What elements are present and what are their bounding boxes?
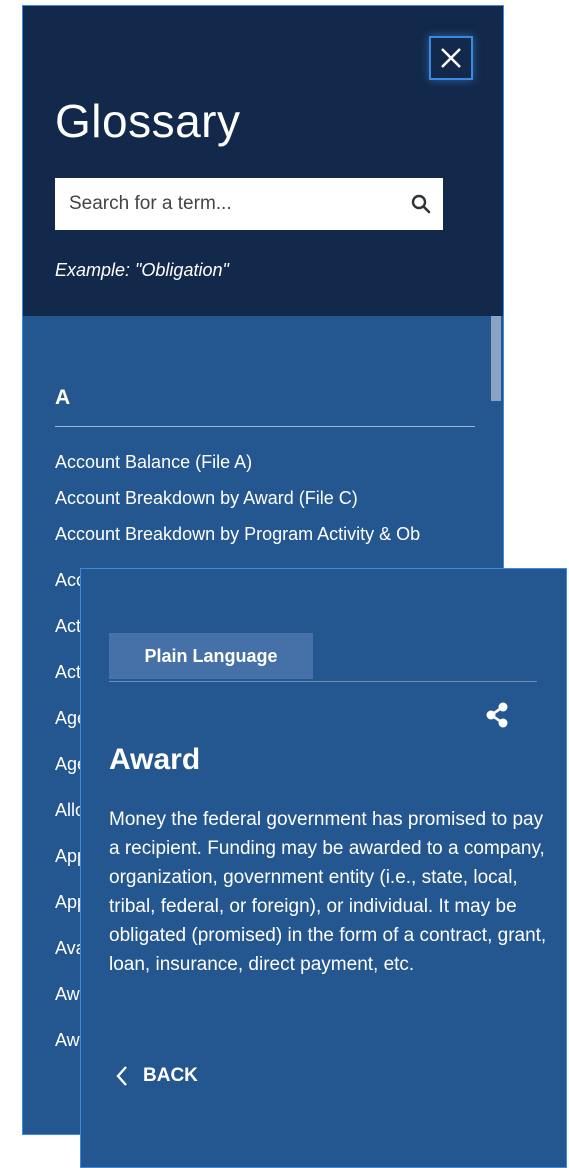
term-definition: Money the federal government has promise…: [109, 809, 547, 975]
back-label: BACK: [143, 1065, 198, 1086]
term-link[interactable]: Account Breakdown by Program Activity & …: [55, 523, 475, 545]
tab-row: Plain Language: [109, 633, 537, 682]
chevron-left-icon: [116, 1066, 127, 1086]
close-icon: [441, 48, 461, 68]
glossary-title: Glossary: [55, 95, 241, 147]
back-button[interactable]: BACK: [115, 1065, 198, 1087]
term-link[interactable]: Account Breakdown by Award (File C): [55, 487, 475, 509]
search-box: [55, 178, 443, 230]
definition-card: Plain Language Award Money the federal g…: [80, 568, 567, 1168]
search-icon[interactable]: [399, 194, 443, 214]
term-link[interactable]: Account Balance (File A): [55, 451, 475, 473]
tab-plain-language[interactable]: Plain Language: [109, 633, 313, 679]
share-icon[interactable]: [483, 701, 511, 729]
term-title: Award: [109, 743, 201, 776]
glossary-header: Glossary Example: "Obligation": [23, 6, 503, 316]
close-button[interactable]: [429, 36, 473, 80]
search-input[interactable]: [55, 178, 399, 230]
scrollbar-thumb[interactable]: [491, 316, 501, 401]
search-example: Example: "Obligation": [55, 260, 229, 280]
letter-heading: A: [55, 386, 475, 427]
